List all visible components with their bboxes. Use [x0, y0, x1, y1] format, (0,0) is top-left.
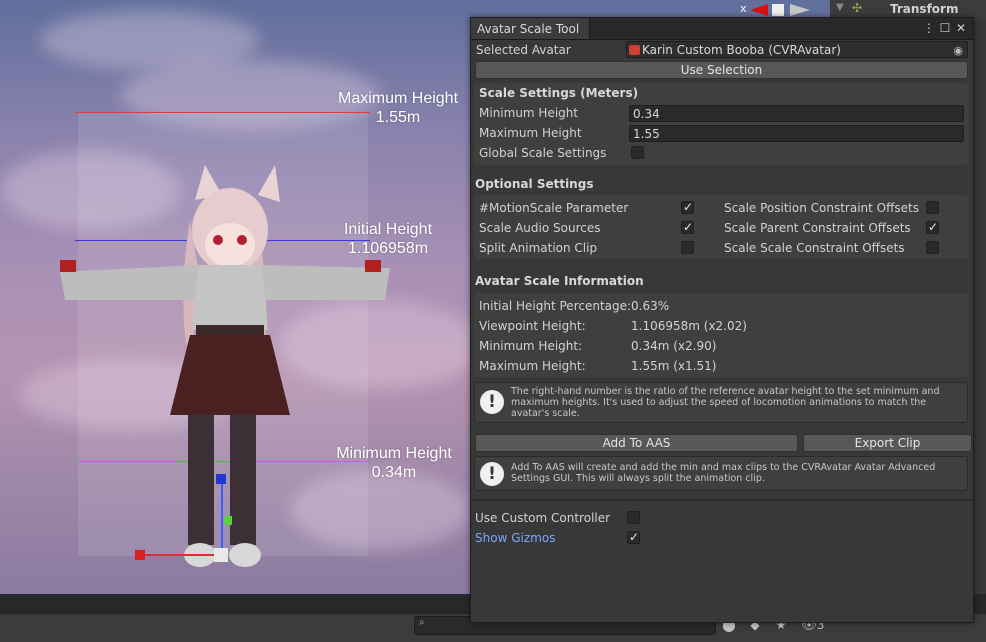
- selected-avatar-field[interactable]: Karin Custom Booba (CVRAvatar) ◉: [626, 41, 968, 58]
- scale-scale-constraint-checkbox[interactable]: [926, 241, 939, 254]
- max-height-label-value: 1.55m: [375, 109, 421, 126]
- checkmark-icon: ✓: [683, 200, 694, 214]
- viewpoint-height-label: Viewpoint Height:: [479, 319, 586, 333]
- scale-parent-constraint-label: Scale Parent Constraint Offsets: [724, 221, 911, 235]
- use-custom-controller-label: Use Custom Controller: [475, 511, 611, 525]
- object-picker-icon[interactable]: ◉: [953, 42, 963, 59]
- collapse-arrow-icon[interactable]: ▼: [836, 2, 844, 13]
- info-maximum-height-label: Maximum Height:: [479, 359, 586, 373]
- checkmark-icon: ✓: [928, 220, 939, 234]
- global-scale-settings-checkbox[interactable]: [631, 146, 644, 159]
- show-gizmos-label[interactable]: Show Gizmos: [475, 528, 555, 548]
- selected-avatar-row: Selected Avatar Karin Custom Booba (CVRA…: [471, 40, 973, 60]
- motionscale-parameter-label: #MotionScale Parameter: [479, 201, 629, 215]
- selected-avatar-label: Selected Avatar: [476, 43, 571, 57]
- scale-audio-sources-label: Scale Audio Sources: [479, 221, 601, 235]
- selected-avatar-value: Karin Custom Booba (CVRAvatar): [642, 43, 841, 57]
- checkmark-icon: ✓: [683, 220, 694, 234]
- maximum-height-label: Maximum Height: [479, 126, 582, 140]
- avatar-model[interactable]: [40, 160, 410, 580]
- search-icon: ⌕: [419, 617, 425, 628]
- scale-scale-constraint-label: Scale Scale Constraint Offsets: [724, 241, 905, 255]
- checkmark-icon: ✓: [629, 530, 640, 544]
- scale-position-constraint-label: Scale Position Constraint Offsets: [724, 201, 919, 215]
- aas-help-box: ! Add To AAS will create and add the min…: [474, 456, 968, 491]
- add-to-aas-button[interactable]: Add To AAS: [475, 434, 798, 452]
- maximize-icon[interactable]: ☐: [938, 19, 952, 37]
- motionscale-parameter-checkbox[interactable]: ✓: [681, 200, 694, 214]
- info-minimum-height-value: 0.34m (x2.90): [631, 339, 717, 353]
- viewpoint-height-value: 1.106958m (x2.02): [631, 319, 747, 333]
- ratio-help-box: ! The right-hand number is the ratio of …: [474, 382, 968, 423]
- ratio-help-text: The right-hand number is the ratio of th…: [511, 386, 940, 419]
- scale-parent-constraint-checkbox[interactable]: ✓: [926, 220, 939, 234]
- inspector-edge: [972, 20, 986, 615]
- transform-icon: ✣: [852, 1, 863, 15]
- transform-title[interactable]: Transform: [890, 2, 958, 16]
- axis-cone-icon[interactable]: [748, 2, 812, 18]
- minimum-height-field[interactable]: 0.34: [629, 105, 964, 122]
- x-axis-label: x: [740, 2, 747, 15]
- max-height-label-title: Maximum Height: [337, 90, 459, 107]
- tab-avatar-scale-tool[interactable]: Avatar Scale Tool: [471, 18, 591, 39]
- global-scale-settings-label: Global Scale Settings: [479, 146, 607, 160]
- scale-position-constraint-checkbox[interactable]: [926, 201, 939, 214]
- split-animation-clip-checkbox[interactable]: [681, 241, 694, 254]
- avatar-scale-info-header: Avatar Scale Information: [475, 274, 644, 288]
- tool-titlebar: Avatar Scale Tool ⋮ ☐ ✕: [471, 18, 973, 40]
- maximum-height-field[interactable]: 1.55: [629, 125, 964, 142]
- show-gizmos-checkbox[interactable]: ✓: [627, 530, 640, 544]
- info-minimum-height-label: Minimum Height:: [479, 339, 583, 353]
- info-icon: !: [480, 390, 504, 414]
- info-icon: !: [480, 462, 504, 486]
- scale-settings-header: Scale Settings (Meters): [479, 86, 639, 100]
- info-maximum-height-value: 1.55m (x1.51): [631, 359, 717, 373]
- export-clip-button[interactable]: Export Clip: [803, 434, 972, 452]
- initial-height-percentage-label: Initial Height Percentage:: [479, 299, 632, 313]
- avatar-scale-tool-window: Avatar Scale Tool ⋮ ☐ ✕ Selected Avatar …: [470, 17, 974, 623]
- avatar-object-icon: [629, 45, 640, 55]
- max-height-label: Maximum Height 1.55m: [326, 89, 470, 127]
- split-animation-clip-label: Split Animation Clip: [479, 241, 598, 255]
- close-icon[interactable]: ✕: [954, 19, 968, 37]
- more-options-icon[interactable]: ⋮: [922, 19, 936, 37]
- optional-settings-header: Optional Settings: [475, 177, 594, 191]
- use-custom-controller-checkbox[interactable]: [627, 511, 640, 524]
- scale-audio-sources-checkbox[interactable]: ✓: [681, 220, 694, 234]
- initial-height-percentage-value: 0.63%: [631, 299, 670, 313]
- section-divider: [471, 499, 973, 501]
- minimum-height-label: Minimum Height: [479, 106, 579, 120]
- aas-help-text: Add To AAS will create and add the min a…: [511, 462, 936, 484]
- use-selection-button[interactable]: Use Selection: [475, 61, 968, 79]
